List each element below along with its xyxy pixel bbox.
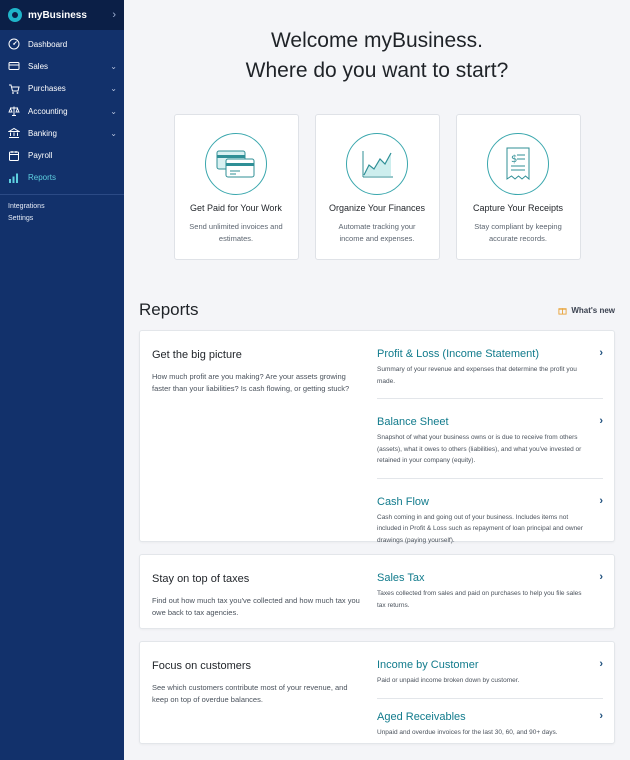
- sidebar-item-purchases[interactable]: Purchases ⌄: [0, 78, 124, 100]
- report-title: Profit & Loss (Income Statement): [377, 348, 540, 360]
- report-desc: Unpaid and overdue invoices for the last…: [377, 728, 558, 736]
- report-title: Income by Customer: [377, 659, 479, 671]
- report-title: Sales Tax: [377, 572, 425, 584]
- section-desc: Find out how much tax you've collected a…: [152, 596, 360, 617]
- report-title: Aged Receivables: [377, 710, 466, 723]
- report-item-aged-receivables[interactable]: Aged Receivables Unpaid and overdue invo…: [377, 697, 603, 750]
- sidebar-item-dashboard[interactable]: Dashboard: [0, 33, 124, 55]
- card-title: Get Paid for Your Work: [190, 203, 282, 213]
- card-organize-finances[interactable]: Organize Your Finances Automate tracking…: [314, 114, 440, 260]
- section-desc: See which customers contribute most of y…: [152, 683, 348, 704]
- sales-icon: [8, 60, 20, 72]
- sidebar-item-sales[interactable]: Sales ⌄: [0, 55, 124, 77]
- report-desc: Snapshot of what your business owns or i…: [377, 434, 582, 464]
- reports-icon: [8, 172, 20, 184]
- scale-icon: [8, 105, 20, 117]
- card-desc: Automate tracking your income and expens…: [338, 222, 416, 243]
- reports-header: Reports What's new: [139, 300, 615, 320]
- welcome-subtitle: Where do you want to start?: [245, 59, 509, 82]
- section-intro: Focus on customers See which customers c…: [152, 660, 362, 706]
- payroll-icon: [8, 150, 20, 162]
- chevron-right-icon[interactable]: ›: [112, 9, 116, 21]
- chevron-right-icon: ›: [599, 347, 603, 359]
- report-desc: Cash coming in and going out of your bus…: [377, 513, 583, 544]
- sidebar-item-label: Dashboard: [28, 39, 68, 49]
- sidebar-item-label: Purchases: [28, 84, 66, 94]
- card-desc: Stay compliant by keeping accurate recor…: [474, 222, 562, 243]
- sidebar-item-label: Sales: [28, 61, 49, 71]
- report-item-profit-loss[interactable]: Profit & Loss (Income Statement) Summary…: [377, 331, 603, 398]
- report-links: Profit & Loss (Income Statement) Summary…: [377, 331, 603, 557]
- card-capture-receipts[interactable]: $ Capture Your Receipts Stay compliant b…: [455, 114, 581, 260]
- report-links: Income by Customer Paid or unpaid income…: [377, 642, 603, 749]
- report-links: Sales Tax Taxes collected from sales and…: [377, 555, 603, 622]
- chevron-down-icon: ⌄: [110, 106, 117, 116]
- report-item-cash-flow[interactable]: Cash Flow Cash coming in and going out o…: [377, 477, 603, 558]
- chevron-down-icon: ⌄: [110, 128, 117, 138]
- reports-title: Reports: [139, 300, 199, 319]
- report-title: Cash Flow: [377, 495, 429, 508]
- report-desc: Taxes collected from sales and paid on p…: [377, 590, 582, 609]
- section-title: Get the big picture: [152, 349, 242, 361]
- sidebar-item-settings[interactable]: Settings: [0, 213, 124, 225]
- gift-icon: [558, 307, 567, 315]
- sidebar-item-label: Payroll: [28, 151, 53, 161]
- svg-text:$: $: [511, 154, 517, 165]
- chart-icon: [346, 133, 408, 195]
- sidebar-item-label: Reports: [28, 173, 57, 183]
- report-title: Balance Sheet: [377, 416, 449, 428]
- sidebar: myBusiness › Dashboard Sales ⌄ Purchases…: [0, 0, 124, 760]
- sidebar-item-payroll[interactable]: Payroll: [0, 144, 124, 166]
- cart-icon: [8, 83, 20, 95]
- brand-bar[interactable]: myBusiness ›: [0, 0, 124, 30]
- section-intro: Get the big picture How much profit are …: [152, 349, 362, 395]
- section-title: Focus on customers: [152, 660, 252, 672]
- chevron-down-icon: ⌄: [110, 61, 117, 71]
- report-desc: Paid or unpaid income broken down by cus…: [377, 677, 520, 684]
- card-title: Capture Your Receipts: [472, 203, 564, 213]
- receipt-icon: $: [487, 133, 549, 195]
- welcome-title: Welcome myBusiness.: [270, 29, 483, 52]
- sidebar-item-banking[interactable]: Banking ⌄: [0, 122, 124, 144]
- nav-divider: [0, 194, 124, 196]
- report-item-income-by-customer[interactable]: Income by Customer Paid or unpaid income…: [377, 642, 603, 698]
- card-title: Organize Your Finances: [328, 203, 426, 213]
- bank-icon: [8, 127, 20, 139]
- invoice-cards-icon: [205, 133, 267, 195]
- report-item-sales-tax[interactable]: Sales Tax Taxes collected from sales and…: [377, 555, 603, 622]
- chevron-down-icon: ⌄: [110, 84, 117, 94]
- main-content: Welcome myBusiness. Where do you want to…: [124, 0, 630, 760]
- report-section-taxes: Stay on top of taxes Find out how much t…: [139, 554, 615, 629]
- brand-name: myBusiness: [28, 9, 87, 21]
- card-desc: Send unlimited invoices and estimates.: [189, 222, 283, 243]
- sidebar-item-reports[interactable]: Reports: [0, 167, 124, 189]
- sidebar-item-label: Banking: [28, 128, 57, 138]
- sidebar-item-integrations[interactable]: Integrations: [0, 201, 124, 213]
- chevron-right-icon: ›: [599, 571, 603, 583]
- report-desc: Summary of your revenue and expenses tha…: [377, 366, 577, 385]
- section-title: Stay on top of taxes: [152, 573, 250, 585]
- welcome-header: Welcome myBusiness. Where do you want to…: [124, 0, 630, 86]
- section-intro: Stay on top of taxes Find out how much t…: [152, 573, 362, 619]
- chevron-right-icon: ›: [599, 415, 603, 427]
- start-cards: Get Paid for Your Work Send unlimited in…: [124, 114, 630, 260]
- report-section-customers: Focus on customers See which customers c…: [139, 641, 615, 744]
- brand-logo-icon: [8, 8, 22, 22]
- chevron-right-icon: ›: [599, 494, 603, 507]
- whats-new-label: What's new: [571, 305, 615, 315]
- whats-new-link[interactable]: What's new: [558, 306, 615, 315]
- sidebar-item-accounting[interactable]: Accounting ⌄: [0, 100, 124, 122]
- card-get-paid[interactable]: Get Paid for Your Work Send unlimited in…: [173, 114, 299, 260]
- chevron-right-icon: ›: [599, 709, 603, 722]
- dashboard-icon: [8, 38, 20, 50]
- chevron-right-icon: ›: [599, 658, 603, 670]
- nav-list: Dashboard Sales ⌄ Purchases ⌄ Accounting…: [0, 30, 124, 225]
- report-section-big-picture: Get the big picture How much profit are …: [139, 330, 615, 544]
- section-desc: How much profit are you making? Are your…: [152, 372, 350, 393]
- sidebar-item-label: Accounting: [28, 106, 68, 116]
- report-item-balance-sheet[interactable]: Balance Sheet Snapshot of what your busi…: [377, 398, 603, 478]
